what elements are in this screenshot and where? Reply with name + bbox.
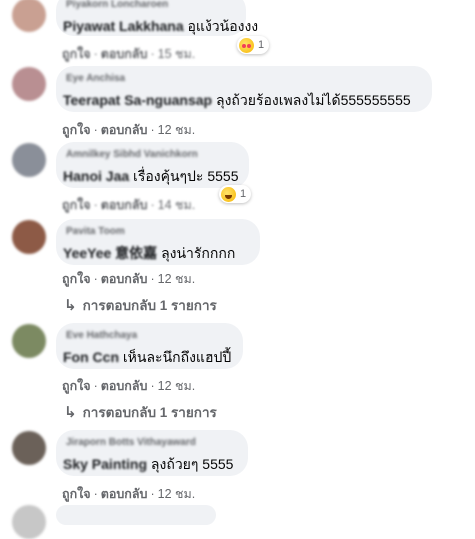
avatar[interactable] [12,0,46,32]
timestamp[interactable]: 15 ชม. [158,47,196,61]
comment-bubble: Amnilkey Sibhd Vanichkorn Hanoi Jaa เรื่… [56,142,249,188]
avatar[interactable] [12,505,46,539]
comment-bubble: Piyakorn Loncharoen Piyawat Lakkhana อุแ… [56,0,258,36]
like-button[interactable]: ถูกใจ [62,198,91,212]
mention-tag[interactable]: Hanoi Jaa [63,168,129,184]
like-button[interactable]: ถูกใจ [62,379,91,393]
comment-bubble: Eye Anchisa Teerapat Sa-nguansap ลุงถ้วย… [56,66,432,112]
like-button[interactable]: ถูกใจ [62,47,91,61]
avatar[interactable] [12,324,46,358]
comment-bubble: Jiraporn Botts Vithayaward Sky Painting … [56,430,248,476]
reply-button[interactable]: ตอบกลับ [101,487,148,501]
avatar[interactable] [12,143,46,177]
comment-bubble: Eve Hathchaya Fon Ccn เห็นละนึกถึงแฮปปี้ [56,323,243,369]
love-emoji-icon [239,37,254,53]
like-button[interactable]: ถูกใจ [62,487,91,501]
replies-count-label: การตอบกลับ 1 รายการ [82,298,217,313]
commenter-name[interactable]: Eye Anchisa [66,73,125,84]
reply-arrow-icon: ↳ [64,404,77,421]
commenter-name[interactable]: Jiraporn Botts Vithayaward [66,437,196,448]
reply-button[interactable]: ตอบกลับ [101,123,148,137]
view-replies-link[interactable]: ↳ การตอบกลับ 1 รายการ [64,294,217,316]
view-replies-link[interactable]: ↳ การตอบกลับ 1 รายการ [64,401,217,423]
commenter-name[interactable]: Amnilkey Sibhd Vanichkorn [66,149,198,160]
comment-text: ลุงถ้วยๆ 5555 [150,456,234,472]
timestamp[interactable]: 12 ชม. [158,487,196,501]
like-button[interactable]: ถูกใจ [62,123,91,137]
mention-tag[interactable]: Sky Painting [63,456,147,472]
commenter-name[interactable]: Piyakorn Loncharoen [66,0,168,10]
comment-text: อุแง้วน้องงง [187,18,259,34]
mention-tag[interactable]: YeeYee 意依嘉 [63,245,157,261]
commenter-name[interactable]: Eve Hathchaya [66,330,137,341]
timestamp[interactable]: 12 ชม. [158,379,196,393]
timestamp[interactable]: 14 ชม. [158,198,196,212]
reply-button[interactable]: ตอบกลับ [101,379,148,393]
avatar[interactable] [12,67,46,101]
replies-count-label: การตอบกลับ 1 รายการ [82,405,217,420]
reply-arrow-icon: ↳ [64,297,77,314]
timestamp[interactable]: 12 ชม. [158,123,196,137]
reply-button[interactable]: ตอบกลับ [101,272,148,286]
comment-text: เรื่องคุ้นๆปะ 5555 [133,168,239,184]
reaction-badge[interactable]: 1 [237,36,270,54]
reaction-count: 1 [240,188,247,200]
comment-bubble: Pavita Toom YeeYee 意依嘉 ลุงน่ารักกกก [56,219,260,265]
timestamp[interactable]: 12 ชม. [158,272,196,286]
like-button[interactable]: ถูกใจ [62,272,91,286]
avatar[interactable] [12,220,46,254]
comment-text: เห็นละนึกถึงแฮปปี้ [122,349,232,365]
reply-button[interactable]: ตอบกลับ [101,47,148,61]
mention-tag[interactable]: Teerapat Sa-nguansap [63,92,212,108]
haha-emoji-icon [221,186,236,202]
mention-tag[interactable]: Fon Ccn [63,349,119,365]
mention-tag[interactable]: Piyawat Lakkhana [63,18,184,34]
reaction-count: 1 [258,39,265,51]
reply-button[interactable]: ตอบกลับ [101,198,148,212]
comment-text: ลุงน่ารักกกก [161,245,236,261]
comment-text: ลุงถ้วยร้องเพลงไม่ได้555555555 [216,92,411,108]
commenter-name[interactable]: Pavita Toom [66,226,125,237]
comment-bubble [56,505,216,525]
avatar[interactable] [12,431,46,465]
reaction-badge[interactable]: 1 [219,185,252,203]
